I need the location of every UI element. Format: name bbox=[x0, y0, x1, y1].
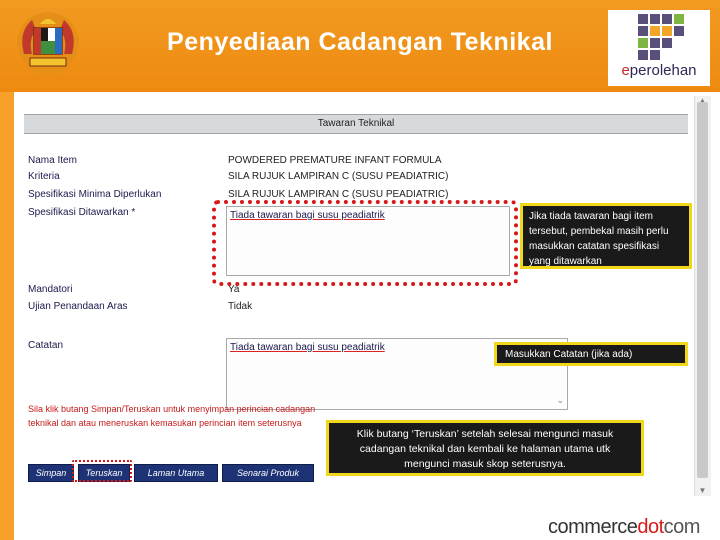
label-spesifikasi-minima: Spesifikasi Minima Diperlukan bbox=[28, 189, 162, 200]
simpan-button[interactable]: Simpan bbox=[28, 464, 74, 482]
highlight-teruskan bbox=[72, 460, 132, 482]
section-header-tawaran-teknikal: Tawaran Teknikal bbox=[24, 114, 688, 134]
value-kriteria: SILA RUJUK LAMPIRAN C (SUSU PEADIATRIC) bbox=[228, 171, 449, 182]
commercedotcom-logo: commercedotcom bbox=[548, 516, 718, 538]
laman-utama-button[interactable]: Laman Utama bbox=[134, 464, 218, 482]
label-mandatori: Mandatori bbox=[28, 284, 73, 295]
logo-text: eperolehan bbox=[621, 62, 697, 79]
label-spesifikasi-ditawarkan: Spesifikasi Ditawarkan * bbox=[28, 207, 136, 218]
eperolehan-logo: eperolehan bbox=[608, 10, 710, 86]
scroll-down-icon[interactable]: ▼ bbox=[697, 486, 708, 496]
grid-logo-icon bbox=[638, 14, 684, 60]
left-stripe bbox=[0, 92, 14, 540]
value-spesifikasi-minima: SILA RUJUK LAMPIRAN C (SUSU PEADIATRIC) bbox=[228, 189, 449, 200]
value-ujian-penandaan-aras: Tidak bbox=[228, 301, 253, 312]
callout-spec-offered: Jika tiada tawaran bagi item tersebut, p… bbox=[520, 203, 692, 269]
callout-teruskan: Klik butang ‘Teruskan’ setelah selesai m… bbox=[326, 420, 644, 476]
label-kriteria: Kriteria bbox=[28, 171, 60, 182]
chevron-down-icon: ⌄ bbox=[556, 395, 564, 405]
scroll-thumb[interactable] bbox=[697, 102, 708, 478]
vertical-scrollbar[interactable]: ▲ ▼ bbox=[694, 96, 711, 496]
instruction-text: Sila klik butang Simpan/Teruskan untuk m… bbox=[28, 404, 316, 428]
label-catatan: Catatan bbox=[28, 340, 64, 351]
callout-catatan: Masukkan Catatan (jika ada) bbox=[494, 342, 688, 366]
catatan-text: Tiada tawaran bagi susu peadiatrik bbox=[230, 342, 385, 353]
header-band: Penyediaan Cadangan Teknikal eperolehan bbox=[0, 0, 720, 92]
footer-area bbox=[14, 500, 720, 516]
label-ujian-penandaan-aras: Ujian Penandaan Aras bbox=[28, 301, 128, 312]
highlight-spec-offered bbox=[212, 200, 518, 286]
senarai-produk-button[interactable]: Senarai Produk bbox=[222, 464, 314, 482]
value-nama-item: POWDERED PREMATURE INFANT FORMULA bbox=[228, 155, 442, 166]
label-nama-item: Nama Item bbox=[28, 155, 77, 166]
